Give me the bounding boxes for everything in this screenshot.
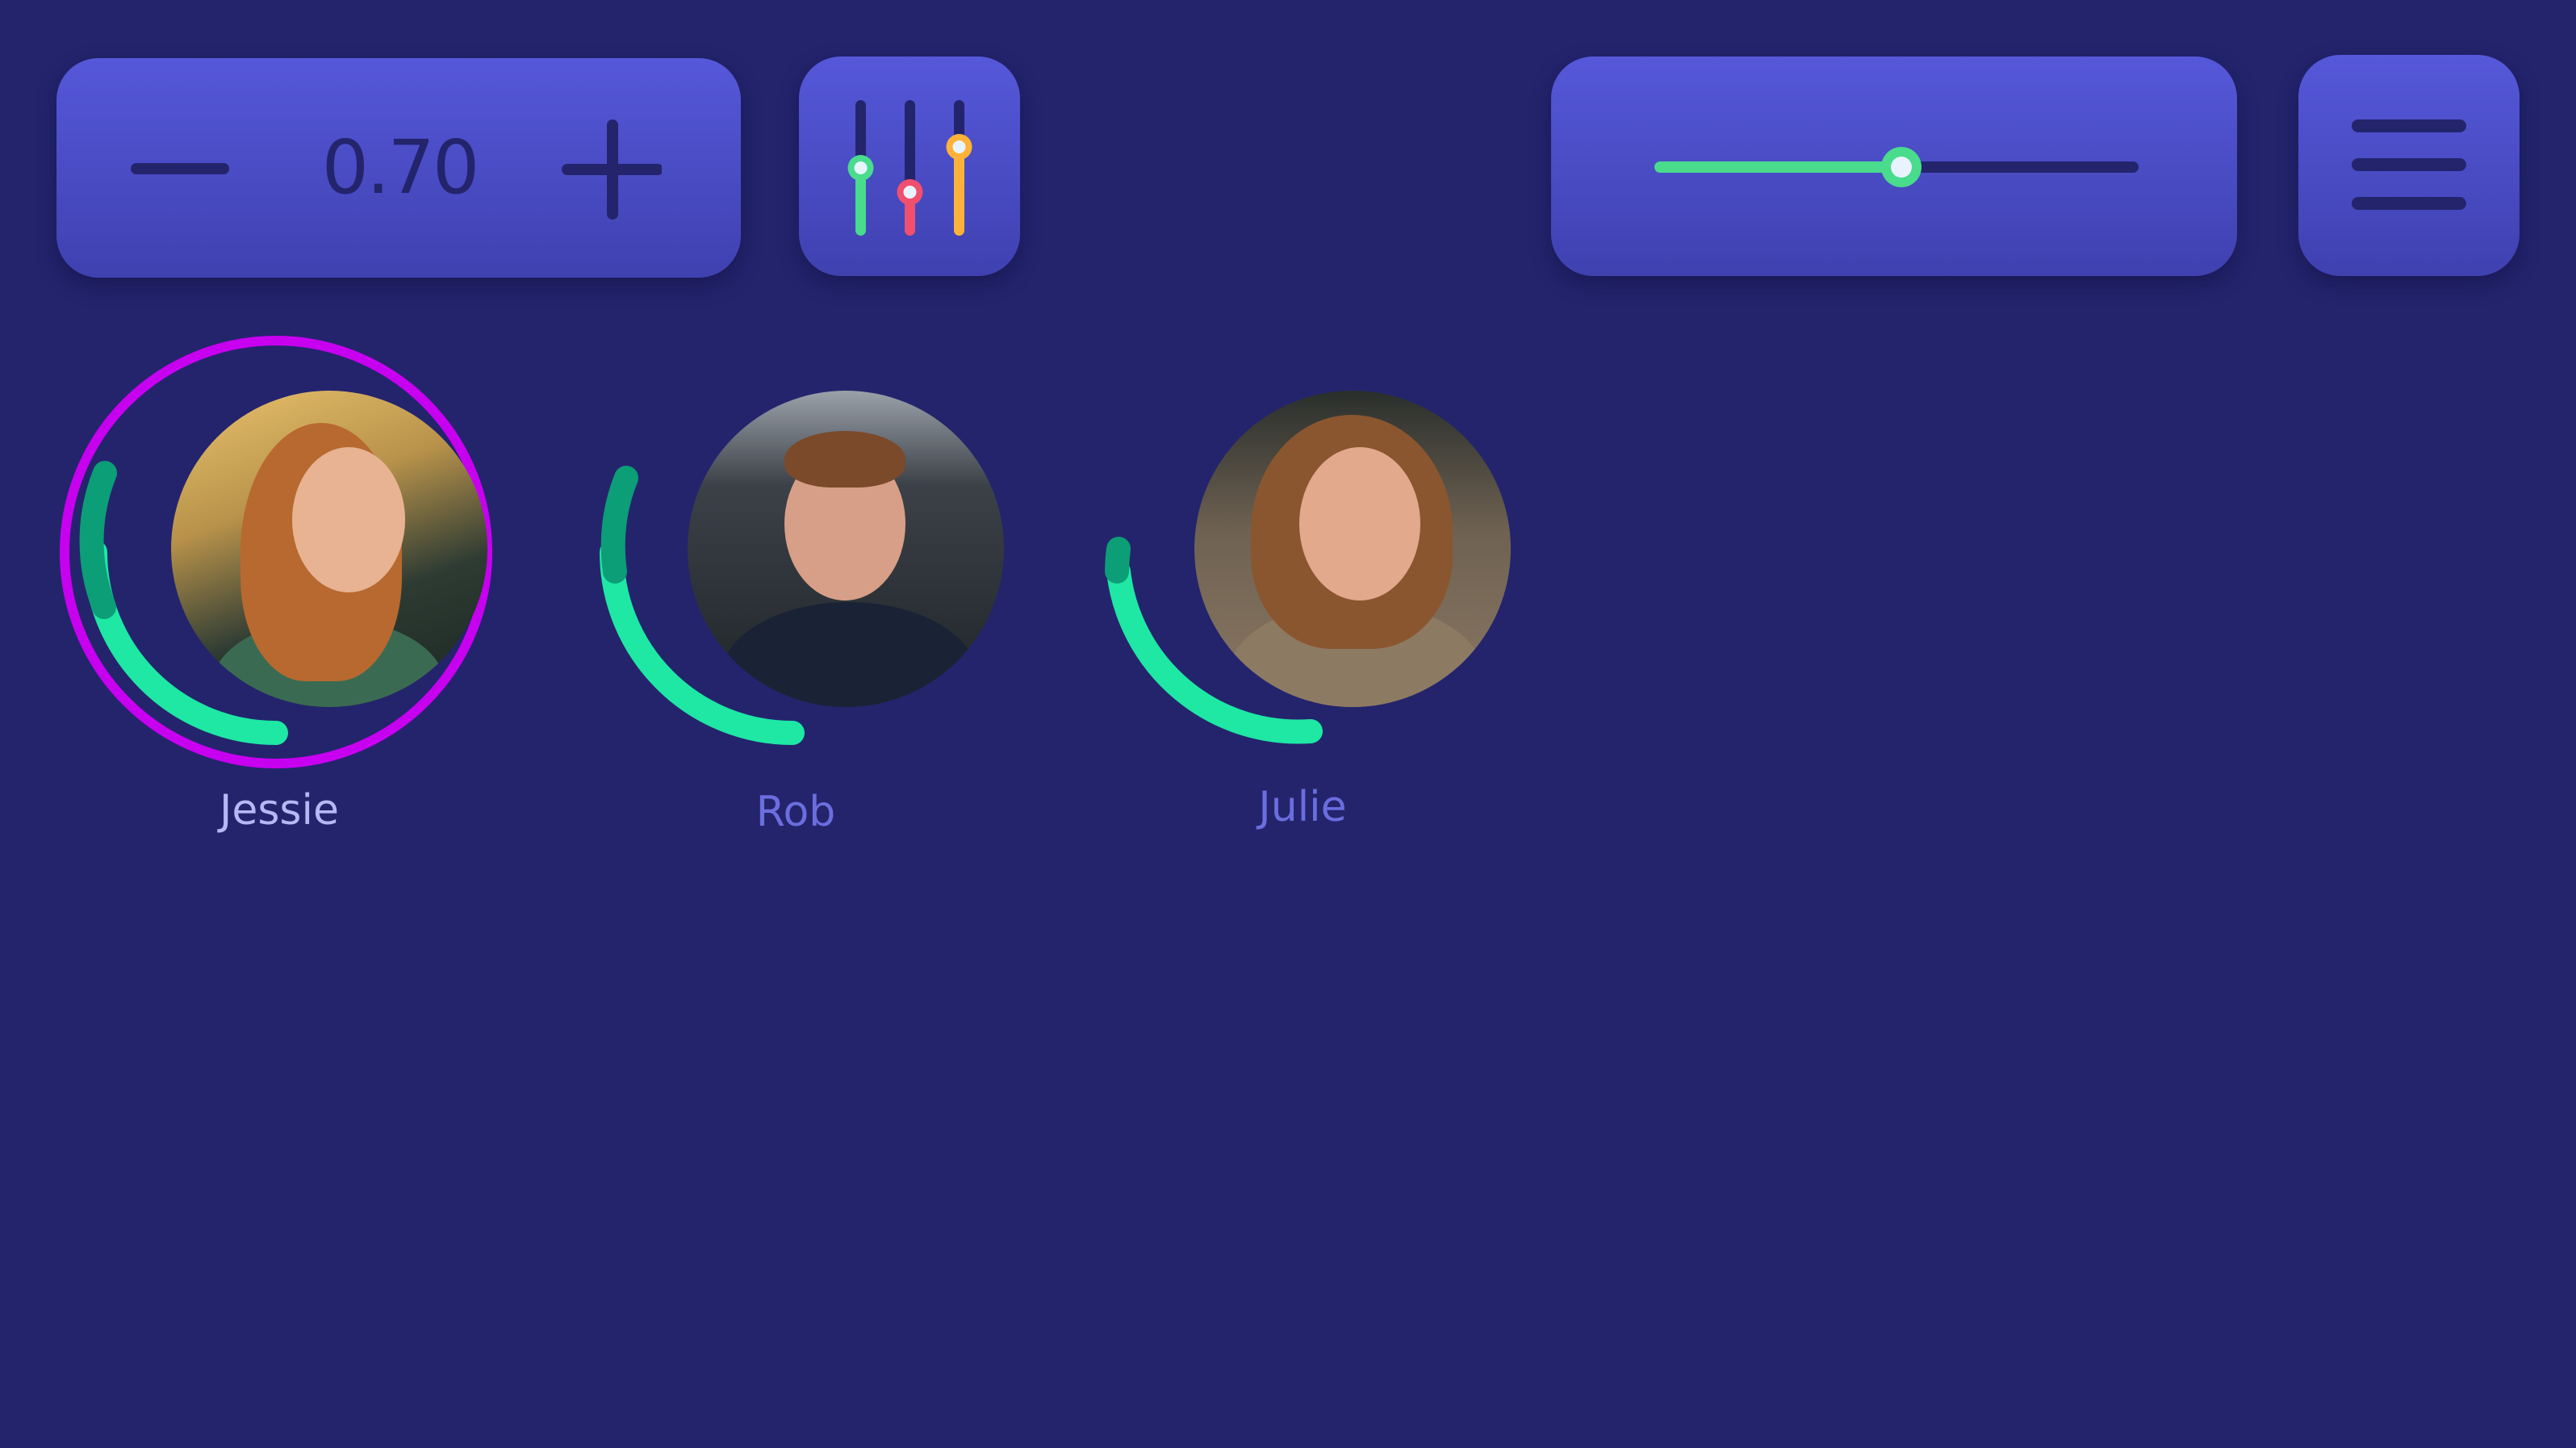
- decrement-button[interactable]: [123, 103, 252, 232]
- hamburger-menu-icon: [2352, 119, 2466, 210]
- mixer-button[interactable]: [799, 56, 1020, 276]
- participant-photo: [1194, 391, 1511, 707]
- participant-tile[interactable]: Jessie: [53, 336, 505, 852]
- speed-stepper: 0.70: [56, 58, 741, 278]
- plus-icon: [562, 119, 662, 220]
- volume-slider-panel: [1551, 56, 2237, 276]
- volume-slider-track[interactable]: [1654, 147, 2139, 187]
- stepper-value: 0.70: [321, 124, 480, 211]
- speaking-peak-arc: [79, 461, 117, 619]
- participant-name: Julie: [1258, 783, 1347, 831]
- participant-photo: [171, 391, 487, 707]
- participant-name: Rob: [755, 788, 836, 836]
- increment-button[interactable]: [533, 103, 662, 232]
- participant-photo: [688, 391, 1004, 707]
- mixer-level-orange: [954, 147, 964, 236]
- volume-slider-thumb[interactable]: [1881, 147, 1922, 187]
- speaking-peak-arc: [600, 466, 638, 584]
- minus-icon: [131, 163, 229, 174]
- call-screen: 0.70 Jessie Rob Julie: [0, 0, 2576, 1448]
- speaking-peak-arc: [1105, 537, 1131, 584]
- volume-slider-fill: [1654, 161, 1901, 173]
- participant-tile[interactable]: Julie: [1077, 336, 1528, 852]
- equalizer-sliders-icon: [847, 100, 972, 236]
- menu-button[interactable]: [2298, 55, 2520, 276]
- participant-tile[interactable]: Rob: [570, 336, 1022, 852]
- participant-name: Jessie: [220, 786, 339, 835]
